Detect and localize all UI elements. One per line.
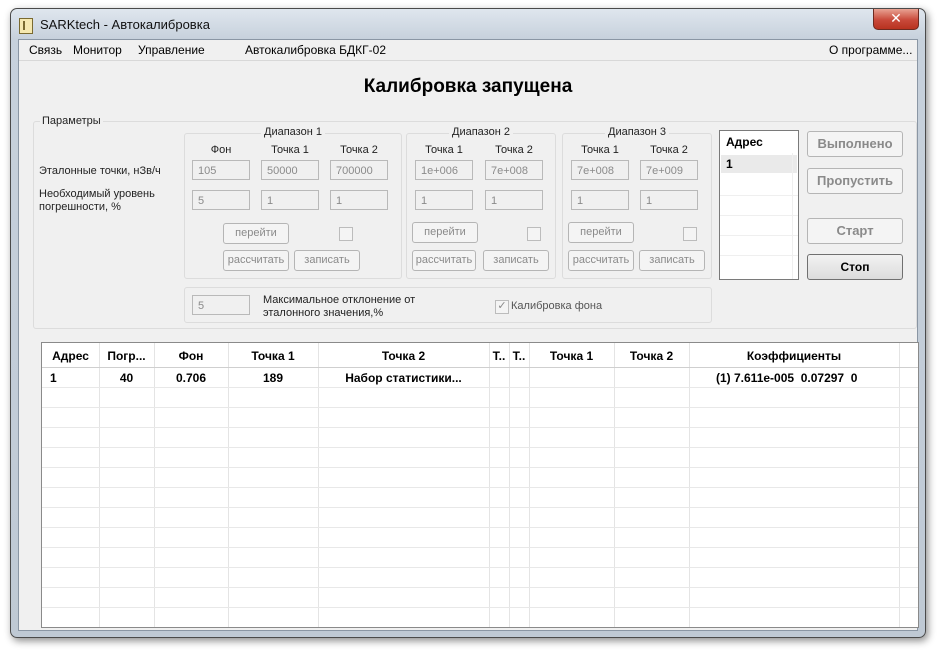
done-button[interactable]: Выполнено: [807, 131, 903, 157]
range1-checkbox[interactable]: [339, 227, 353, 241]
range3-err-point2-input[interactable]: 1: [640, 190, 698, 210]
range2-title: Диапазон 2: [449, 126, 513, 138]
range2-err-point1-input[interactable]: 1: [415, 190, 473, 210]
menu-item-about[interactable]: О программе...: [829, 43, 912, 57]
cell-error[interactable]: 40: [99, 371, 154, 385]
cell-address[interactable]: 1: [50, 371, 57, 385]
cell-point1[interactable]: 189: [228, 371, 318, 385]
stop-button[interactable]: Стоп: [807, 254, 903, 280]
client-area: Связь Монитор Управление Автокалибровка …: [18, 39, 919, 631]
range1-ref-point2-input[interactable]: 700000: [330, 160, 388, 180]
range3-goto-button[interactable]: перейти: [568, 222, 634, 243]
max-deviation-input[interactable]: 5: [192, 295, 250, 315]
status-title: Калибровка запущена: [363, 76, 573, 97]
range3-write-button[interactable]: записать: [639, 250, 705, 271]
range2-col-point2: Точка 2: [495, 144, 533, 156]
app-window: SARKtech - Автокалибровка ✕ Связь Монито…: [10, 8, 926, 638]
skip-button[interactable]: Пропустить: [807, 168, 903, 194]
col-header-range3-point2[interactable]: Точка 2: [614, 349, 689, 363]
address-list-item[interactable]: 1: [721, 155, 797, 173]
params-group-label: Параметры: [40, 115, 103, 127]
range3-checkbox[interactable]: [683, 227, 697, 241]
menu-item-connection[interactable]: Связь: [29, 43, 62, 57]
range1-write-button[interactable]: записать: [294, 250, 360, 271]
cell-point2[interactable]: Набор статистики...: [318, 371, 489, 385]
range3-col-point2: Точка 2: [650, 144, 688, 156]
col-header-point1[interactable]: Точка 1: [228, 349, 318, 363]
max-deviation-label-1: Максимальное отклонение от: [263, 294, 416, 306]
cell-coefficients[interactable]: (1) 7.611e-005 0.07297 0: [716, 371, 857, 385]
range1-ref-bg-input[interactable]: 105: [192, 160, 250, 180]
menu-item-control[interactable]: Управление: [138, 43, 205, 57]
range3-err-point1-input[interactable]: 1: [571, 190, 629, 210]
range3-col-point1: Точка 1: [581, 144, 619, 156]
range1-calculate-button[interactable]: рассчитать: [223, 250, 289, 271]
reference-points-label: Эталонные точки, нЗв/ч: [39, 165, 161, 177]
range3-ref-point2-input[interactable]: 7e+009: [640, 160, 698, 180]
address-list-header: Адрес: [726, 135, 763, 149]
range1-ref-point1-input[interactable]: 50000: [261, 160, 319, 180]
background-calibration-label: Калибровка фона: [511, 300, 603, 312]
close-button[interactable]: ✕: [873, 9, 919, 30]
col-header-bg[interactable]: Фон: [154, 349, 228, 363]
range1-err-point2-input[interactable]: 1: [330, 190, 388, 210]
background-calibration-checkbox[interactable]: ✓: [495, 300, 509, 314]
range2-col-point1: Точка 1: [425, 144, 463, 156]
range3-calculate-button[interactable]: рассчитать: [568, 250, 634, 271]
range1-err-bg-input[interactable]: 5: [192, 190, 250, 210]
range1-col-point2: Точка 2: [340, 144, 378, 156]
cell-bg[interactable]: 0.706: [154, 371, 228, 385]
range1-col-point1: Точка 1: [271, 144, 309, 156]
address-list[interactable]: Адрес 1: [719, 130, 799, 280]
menu-bar: Связь Монитор Управление Автокалибровка …: [19, 40, 917, 61]
range2-write-button[interactable]: записать: [483, 250, 549, 271]
menu-item-monitor[interactable]: Монитор: [73, 43, 122, 57]
window-title: SARKtech - Автокалибровка: [40, 17, 210, 32]
range1-err-point1-input[interactable]: 1: [261, 190, 319, 210]
col-header-address[interactable]: Адрес: [42, 349, 99, 363]
col-header-error[interactable]: Погр...: [99, 349, 154, 363]
start-button[interactable]: Старт: [807, 218, 903, 244]
range2-ref-point1-input[interactable]: 1e+006: [415, 160, 473, 180]
range2-checkbox[interactable]: [527, 227, 541, 241]
range2-calculate-button[interactable]: рассчитать: [412, 250, 476, 271]
error-level-label-1: Необходимый уровень: [39, 188, 155, 200]
title-bar[interactable]: SARKtech - Автокалибровка ✕: [11, 9, 925, 39]
max-deviation-label-2: эталонного значения,%: [263, 307, 384, 319]
range1-title: Диапазон 1: [261, 126, 325, 138]
range2-ref-point2-input[interactable]: 7e+008: [485, 160, 543, 180]
range1-col-bg: Фон: [210, 144, 232, 156]
range3-ref-point1-input[interactable]: 7e+008: [571, 160, 629, 180]
col-header-range3-point1[interactable]: Точка 1: [529, 349, 614, 363]
app-icon: [19, 18, 33, 34]
col-header-point2[interactable]: Точка 2: [318, 349, 489, 363]
range3-title: Диапазон 3: [605, 126, 669, 138]
col-header-t2[interactable]: Т..: [509, 349, 529, 363]
range1-goto-button[interactable]: перейти: [223, 223, 289, 244]
error-level-label-2: погрешности, %: [39, 201, 121, 213]
col-header-t1[interactable]: Т..: [489, 349, 509, 363]
menu-item-mode[interactable]: Автокалибровка БДКГ-02: [245, 43, 386, 57]
range2-err-point2-input[interactable]: 1: [485, 190, 543, 210]
col-header-coefficients[interactable]: Коэффициенты: [689, 349, 899, 363]
results-table[interactable]: Адрес Погр... Фон Точка 1 Точка 2 Т.. Т.…: [41, 342, 919, 628]
range2-goto-button[interactable]: перейти: [412, 222, 478, 243]
